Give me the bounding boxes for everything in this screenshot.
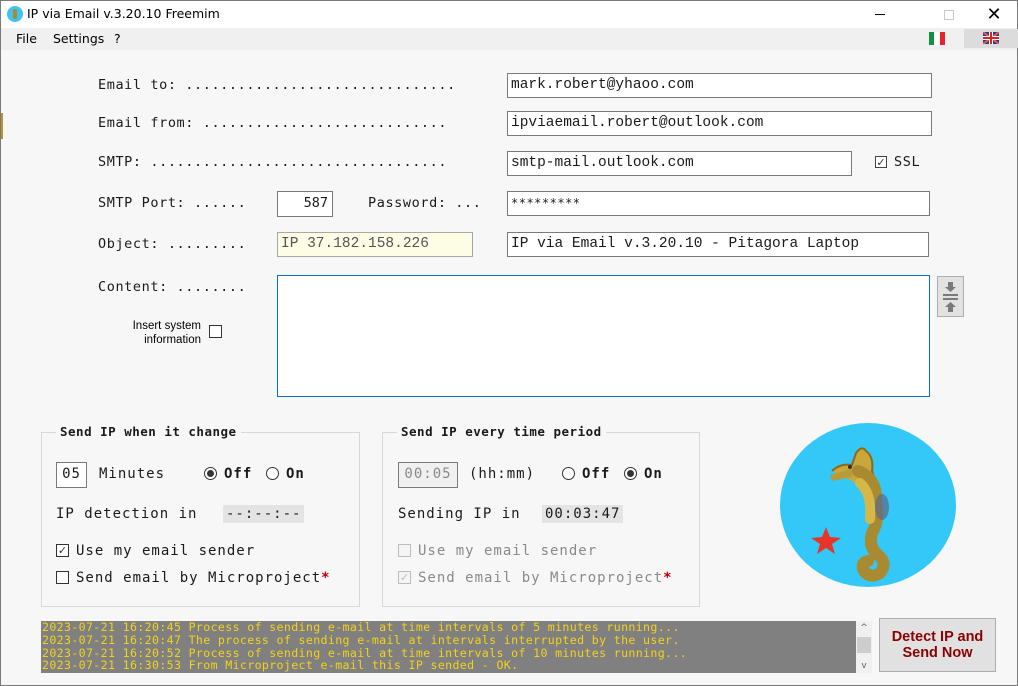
change-on-radio[interactable]: [266, 467, 279, 480]
scroll-up-icon[interactable]: ^: [856, 621, 872, 635]
period-send-by-microproject-checkbox[interactable]: ✓: [398, 571, 411, 584]
subject-input[interactable]: IP via Email v.3.20.10 - Pitagora Laptop: [507, 232, 929, 257]
period-on-label: On: [644, 466, 663, 482]
send-on-change-title: Send IP when it change: [56, 424, 241, 439]
required-star: *: [663, 570, 673, 586]
change-send-by-microproject-label: Send email by Microproject*: [76, 570, 331, 586]
menu-settings[interactable]: Settings: [53, 31, 104, 46]
smtp-port-label: SMTP Port: ......: [98, 195, 247, 211]
insert-system-info-checkbox[interactable]: [209, 325, 222, 338]
email-from-label: Email from: ............................: [98, 115, 448, 131]
close-icon: ✕: [986, 4, 1002, 25]
title-bar: IP via Email v.3.20.10 Freemim ✕: [1, 1, 1017, 28]
period-input[interactable]: 00:05: [398, 462, 458, 488]
expand-content-button[interactable]: [937, 276, 964, 317]
password-label: Password: ...: [368, 195, 482, 211]
menu-file[interactable]: File: [16, 31, 37, 46]
period-use-my-sender-checkbox[interactable]: [398, 544, 411, 557]
change-minutes-input[interactable]: 05: [56, 462, 87, 488]
scroll-thumb[interactable]: [857, 637, 871, 653]
italian-flag-icon[interactable]: [929, 32, 945, 45]
log-line: 2023-07-21 16:30:53 From Microproject e-…: [42, 658, 519, 673]
smtp-label: SMTP: ..................................: [98, 154, 448, 170]
send-periodic-group: Send IP every time period 00:05 (hh:mm) …: [382, 424, 700, 607]
minimize-icon: [875, 14, 885, 15]
seahorse-logo: [780, 423, 956, 587]
scroll-down-icon[interactable]: v: [856, 659, 872, 673]
log-line: 2023-07-21 16:20:45 Process of sending e…: [42, 621, 680, 634]
smtp-input[interactable]: smtp-mail.outlook.com: [507, 151, 852, 176]
email-to-input[interactable]: mark.robert@yhaoo.com: [507, 73, 932, 98]
send-periodic-title: Send IP every time period: [397, 424, 606, 439]
send-on-change-group: Send IP when it change 05 Minutes Off On…: [41, 424, 360, 607]
minutes-label: Minutes: [99, 466, 166, 482]
close-button[interactable]: ✕: [971, 1, 1017, 28]
english-language-button[interactable]: [964, 29, 1018, 48]
email-from-input[interactable]: ipviaemail.robert@outlook.com: [507, 111, 932, 136]
seahorse-icon: [811, 447, 890, 582]
object-label: Object: .........: [98, 236, 247, 252]
period-on-radio[interactable]: [624, 467, 637, 480]
collapse-arrows-icon: [943, 282, 958, 312]
edge-marker: [1, 113, 3, 139]
ip-detection-timer: --:--:--: [223, 505, 305, 523]
period-off-radio[interactable]: [562, 467, 575, 480]
required-star: *: [321, 570, 331, 586]
period-use-my-sender-label: Use my email sender: [418, 543, 598, 559]
period-send-by-microproject-label: Send email by Microproject*: [418, 570, 673, 586]
change-use-my-sender-checkbox[interactable]: ✓: [56, 544, 69, 557]
change-send-by-microproject-checkbox[interactable]: [56, 571, 69, 584]
maximize-icon: [944, 9, 954, 20]
log-scrollbar[interactable]: ^ v: [856, 621, 872, 673]
content-label: Content: ........: [98, 279, 247, 295]
insert-system-info-label: Insert system information: [132, 320, 201, 346]
change-off-radio[interactable]: [204, 467, 217, 480]
starfish-icon: [811, 527, 841, 554]
menu-bar: File Settings ?: [1, 28, 1017, 50]
sending-ip-label: Sending IP in: [398, 506, 521, 522]
ip-detection-label: IP detection in: [56, 506, 198, 522]
activity-log: 2023-07-21 16:20:45 Process of sending e…: [41, 621, 856, 673]
app-window: IP via Email v.3.20.10 Freemim ✕ File Se…: [0, 0, 1018, 686]
window-title: IP via Email v.3.20.10 Freemim: [27, 6, 220, 21]
change-on-label: On: [286, 466, 305, 482]
period-format-label: (hh:mm): [469, 466, 536, 482]
period-off-label: Off: [582, 466, 611, 482]
seahorse-app-icon: [7, 6, 23, 22]
minimize-button[interactable]: [857, 1, 903, 28]
uk-flag-icon: [983, 32, 999, 44]
sending-ip-timer: 00:03:47: [542, 505, 624, 523]
maximize-button[interactable]: [926, 1, 972, 28]
detect-ip-send-now-button[interactable]: Detect IP and Send Now: [879, 618, 996, 672]
ssl-checkbox[interactable]: ✓: [875, 156, 887, 168]
email-to-label: Email to: ..............................…: [98, 77, 456, 93]
password-input[interactable]: *********: [507, 191, 930, 216]
ip-object-field: IP 37.182.158.226: [277, 232, 473, 257]
content-textarea[interactable]: [277, 275, 930, 397]
menu-help[interactable]: ?: [114, 31, 121, 46]
ssl-label: SSL: [894, 154, 921, 170]
change-off-label: Off: [224, 466, 253, 482]
log-line: 2023-07-21 16:20:47 The process of sendi…: [42, 632, 680, 647]
change-use-my-sender-label: Use my email sender: [76, 543, 256, 559]
smtp-port-input[interactable]: 587: [277, 191, 333, 217]
